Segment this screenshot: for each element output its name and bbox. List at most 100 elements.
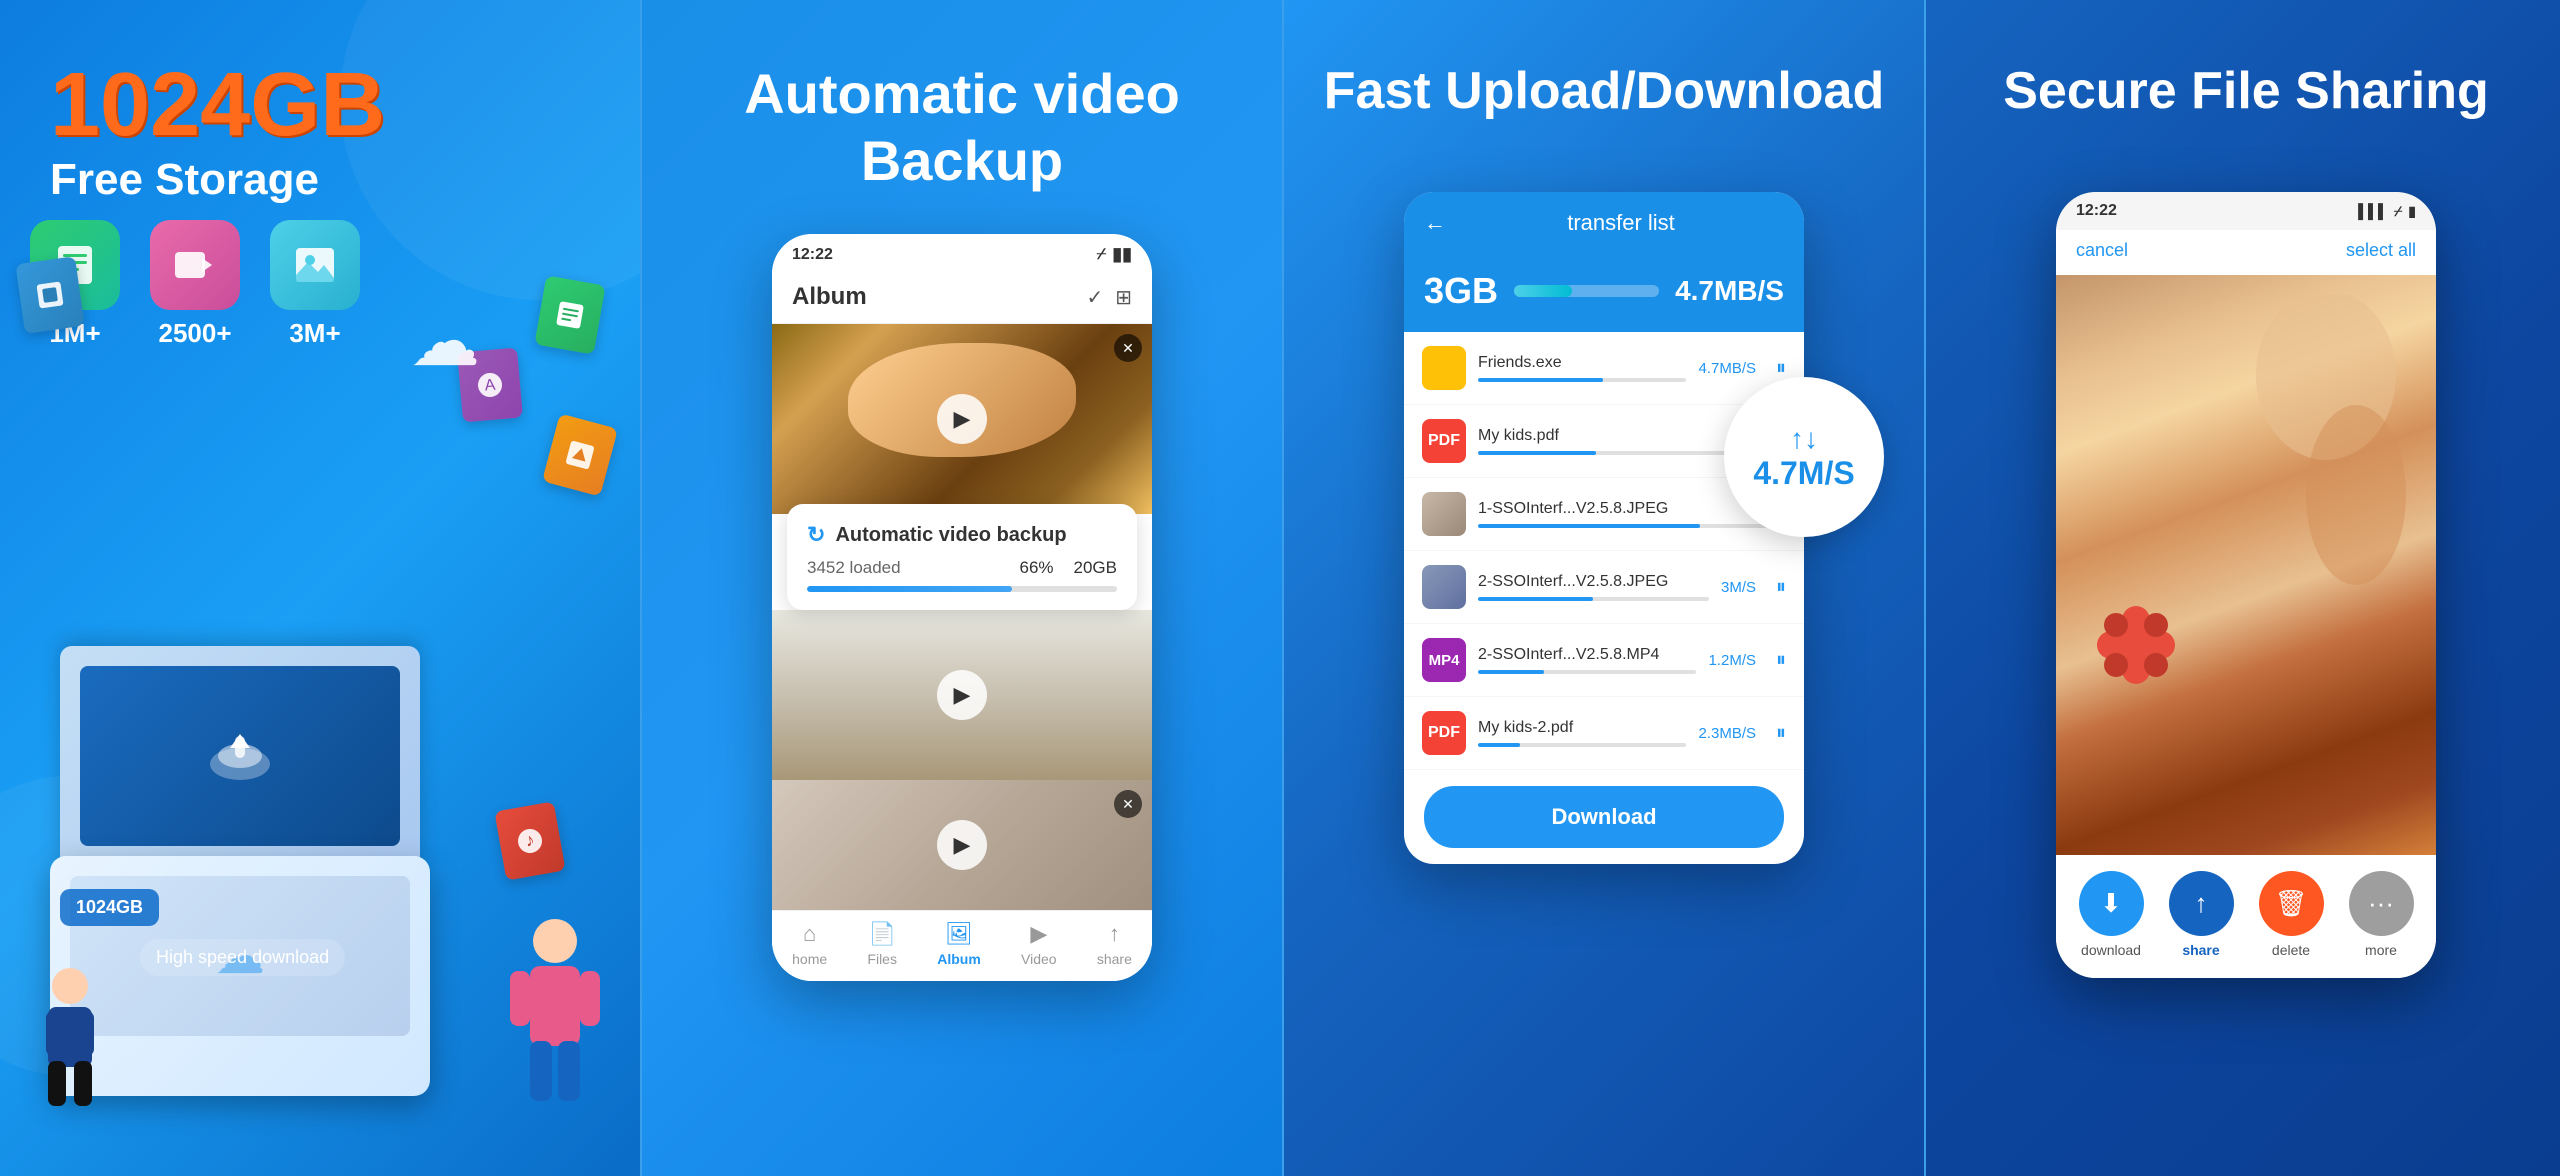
nav-album[interactable]: 🖼 Album bbox=[937, 921, 981, 967]
folder-icon bbox=[1422, 346, 1466, 390]
file-name-3: 2-SSOInterf...V2.5.8.JPEG bbox=[1478, 573, 1709, 591]
speed-progress-fill bbox=[1514, 285, 1572, 297]
file-progress-5 bbox=[1478, 743, 1686, 747]
transfer-phone-wrapper: ← transfer list 3GB 4.7MB/S bbox=[1404, 162, 1804, 864]
share-status-bar: 12:22 ▌▌▌ ⌿ ▮ bbox=[2056, 192, 2436, 230]
pause-icon-5[interactable]: ⏸ bbox=[1776, 722, 1786, 745]
share-icon: ↑ bbox=[1109, 921, 1120, 947]
nav-video-label: Video bbox=[1021, 951, 1057, 967]
file-progress-4 bbox=[1478, 670, 1696, 674]
signal-icon: ▌▌▌ bbox=[2358, 203, 2388, 219]
share-header: cancel select all bbox=[2056, 230, 2436, 275]
laptop-screen bbox=[60, 646, 420, 866]
pause-icon-3[interactable]: ⏸ bbox=[1776, 576, 1786, 599]
file-speed-4: 1.2M/S bbox=[1708, 652, 1756, 669]
jpeg-icon-1 bbox=[1422, 492, 1466, 536]
jpeg-icon-2 bbox=[1422, 565, 1466, 609]
album-header: Album ✓ ⊞ bbox=[772, 275, 1152, 324]
nav-video[interactable]: ▶ Video bbox=[1021, 921, 1057, 967]
phone-backup: 12:22 ⌿ ▮▮ Album ✓ ⊞ ▶ ✕ ↻ Automatic vid… bbox=[772, 234, 1152, 981]
transfer-item-5: PDF My kids-2.pdf 2.3MB/S ⏸ bbox=[1404, 697, 1804, 770]
speed-progress-bar bbox=[1514, 285, 1659, 297]
file-info-0: Friends.exe bbox=[1478, 354, 1686, 382]
file-progress-fill-4 bbox=[1478, 670, 1544, 674]
nav-home[interactable]: ⌂ home bbox=[792, 921, 827, 967]
file-name-2: 1-SSOInterf...V2.5.8.JPEG bbox=[1478, 500, 1774, 518]
home-icon: ⌂ bbox=[803, 921, 816, 947]
video-thumb-2: ▶ bbox=[772, 610, 1152, 780]
file-progress-3 bbox=[1478, 597, 1709, 601]
nav-home-label: home bbox=[792, 951, 827, 967]
share-action-download[interactable]: ⬇ download bbox=[2079, 871, 2144, 958]
backup-popup: ↻ Automatic video backup 3452 loaded 66%… bbox=[787, 504, 1137, 610]
grid-icon[interactable]: ⊞ bbox=[1115, 285, 1132, 310]
select-all-button[interactable]: select all bbox=[2346, 240, 2416, 261]
file-info-5: My kids-2.pdf bbox=[1478, 719, 1686, 747]
nav-share-label: share bbox=[1097, 951, 1132, 967]
storage-icon-videos: 2500+ bbox=[150, 220, 240, 349]
backup-loaded-text: 3452 loaded bbox=[807, 558, 901, 578]
share-actions-bar: ⬇ download ↑ share 🗑 delete ··· more bbox=[2056, 855, 2436, 978]
album-icon: 🖼 bbox=[945, 921, 973, 947]
backup-stats: 66% 20GB bbox=[1019, 558, 1117, 578]
video-thumb-1: ▶ ✕ bbox=[772, 324, 1152, 514]
more-action-label: more bbox=[2365, 942, 2397, 958]
portrait-image bbox=[2056, 275, 2436, 855]
wifi-icon: ⌿ bbox=[1097, 246, 1107, 264]
svg-text:A: A bbox=[484, 377, 496, 395]
file-speed-5: 2.3MB/S bbox=[1698, 725, 1756, 742]
checkmark-icon[interactable]: ✓ bbox=[1086, 285, 1103, 310]
status-bar: 12:22 ⌿ ▮▮ bbox=[772, 234, 1152, 275]
file-progress-fill-0 bbox=[1478, 378, 1603, 382]
header-action-icons: ✓ ⊞ bbox=[1086, 285, 1132, 310]
file-speed-3: 3M/S bbox=[1721, 579, 1756, 596]
file-progress-fill-2 bbox=[1478, 524, 1700, 528]
video-thumb-3: ▶ ✕ bbox=[772, 780, 1152, 910]
nav-files[interactable]: 📄 Files bbox=[867, 921, 897, 967]
person-figure-2 bbox=[30, 961, 110, 1116]
share-action-label: share bbox=[2182, 942, 2219, 958]
sharing-title: Secure File Sharing bbox=[2003, 60, 2489, 122]
transfer-arrows-icon: ↑↓ bbox=[1790, 423, 1818, 455]
backup-percent: 66% bbox=[1019, 558, 1053, 578]
more-action-icon: ··· bbox=[2349, 871, 2414, 936]
file-speed-0: 4.7MB/S bbox=[1698, 360, 1756, 377]
speed-badge: ↑↓ 4.7M/S bbox=[1724, 377, 1884, 537]
pause-icon-4[interactable]: ⏸ bbox=[1776, 649, 1786, 672]
video-icon: ▶ bbox=[1030, 921, 1047, 947]
file-progress-0 bbox=[1478, 378, 1686, 382]
download-button[interactable]: Download bbox=[1424, 786, 1784, 848]
play-button-3[interactable]: ▶ bbox=[937, 820, 987, 870]
play-button-1[interactable]: ▶ bbox=[937, 394, 987, 444]
file-info-4: 2-SSOInterf...V2.5.8.MP4 bbox=[1478, 646, 1696, 674]
transfer-list-title: transfer list bbox=[1458, 210, 1784, 236]
mp4-icon: MP4 bbox=[1422, 638, 1466, 682]
transfer-item-4: MP4 2-SSOInterf...V2.5.8.MP4 1.2M/S ⏸ bbox=[1404, 624, 1804, 697]
file-progress-2 bbox=[1478, 524, 1774, 528]
back-arrow-icon[interactable]: ← bbox=[1424, 210, 1446, 236]
download-action-icon: ⬇ bbox=[2079, 871, 2144, 936]
storage-icon-photos: 3M+ bbox=[270, 220, 360, 349]
share-action-share[interactable]: ↑ share bbox=[2169, 871, 2234, 958]
section-transfer: Fast Upload/Download ← transfer list 3GB… bbox=[1284, 0, 1924, 1176]
phone-nav: ⌂ home 📄 Files 🖼 Album ▶ Video ↑ share bbox=[772, 910, 1152, 981]
flower-decoration bbox=[2086, 595, 2186, 695]
pdf-icon-1: PDF bbox=[1422, 419, 1466, 463]
refresh-icon: ↻ bbox=[807, 522, 825, 548]
backup-progress-info: 3452 loaded 66% 20GB bbox=[807, 558, 1117, 578]
section-storage: 1024GB Free Storage 1M+ 2500+ 3M+ A bbox=[0, 0, 640, 1176]
file-info-3: 2-SSOInterf...V2.5.8.JPEG bbox=[1478, 573, 1709, 601]
share-action-delete[interactable]: 🗑 delete bbox=[2259, 871, 2324, 958]
pause-icon-0[interactable]: ⏸ bbox=[1776, 357, 1786, 380]
share-battery-icon: ▮ bbox=[2408, 203, 2416, 220]
nav-files-label: Files bbox=[867, 951, 897, 967]
delete-action-icon: 🗑 bbox=[2259, 871, 2324, 936]
nav-share[interactable]: ↑ share bbox=[1097, 921, 1132, 967]
share-action-more[interactable]: ··· more bbox=[2349, 871, 2414, 958]
speed-mbs-value: 4.7MB/S bbox=[1675, 275, 1784, 307]
pdf-icon-2: PDF bbox=[1422, 711, 1466, 755]
photos-count: 3M+ bbox=[289, 318, 340, 349]
floating-doc-yellow bbox=[542, 413, 618, 496]
cancel-button[interactable]: cancel bbox=[2076, 240, 2128, 261]
play-button-2[interactable]: ▶ bbox=[937, 670, 987, 720]
